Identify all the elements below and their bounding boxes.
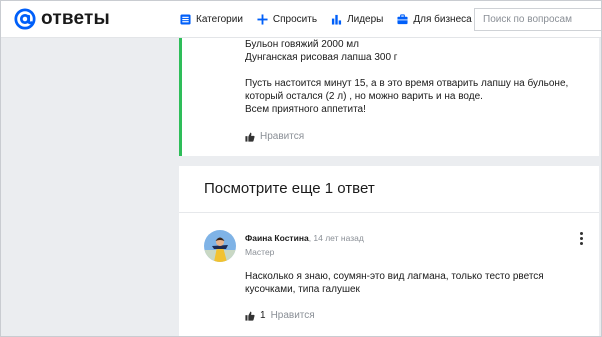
best-answer-card: Бульон говяжий 2000 мл Дунганская рисова… bbox=[179, 38, 599, 156]
thumbs-up-icon bbox=[245, 132, 255, 142]
search-input[interactable] bbox=[474, 8, 601, 31]
like-button[interactable]: 1 Нравится bbox=[245, 310, 315, 321]
author-name[interactable]: Фаина Костина bbox=[245, 233, 309, 243]
answer-line: кусочками, типа галушек bbox=[245, 284, 360, 295]
nav-ask[interactable]: Спросить bbox=[257, 14, 317, 25]
nav-categories-label: Категории bbox=[196, 14, 243, 25]
more-options-icon[interactable] bbox=[577, 232, 585, 246]
answer-line bbox=[245, 64, 585, 77]
nav-categories[interactable]: Категории bbox=[180, 14, 243, 25]
answer-line: Бульон говяжий 2000 мл bbox=[245, 39, 360, 50]
left-column bbox=[1, 38, 169, 336]
logo[interactable]: ответы bbox=[14, 8, 110, 30]
answer-line: который остался (2 л) , но можно варить … bbox=[245, 91, 483, 102]
avatar-image bbox=[204, 230, 236, 262]
answer-line: Всем приятного аппетита! bbox=[245, 104, 366, 115]
list-icon bbox=[180, 14, 191, 25]
more-answers-title: Посмотрите еще 1 ответ bbox=[204, 180, 375, 197]
logo-text: ответы bbox=[41, 8, 110, 29]
bar-chart-icon bbox=[331, 14, 342, 25]
nav-business[interactable]: Для бизнеса bbox=[397, 14, 472, 25]
plus-icon bbox=[257, 14, 268, 25]
author-line: Фаина Костина, 14 лет назад bbox=[245, 233, 364, 243]
nav-leaders-label: Лидеры bbox=[347, 14, 384, 25]
main-nav: Категории Спросить Лидеры Для бизнеса bbox=[180, 1, 486, 38]
nav-leaders[interactable]: Лидеры bbox=[331, 14, 383, 25]
best-answer-text: Бульон говяжий 2000 мл Дунганская рисова… bbox=[245, 38, 585, 116]
answer-line: Насколько я знаю, соумян-это вид лагмана… bbox=[245, 271, 544, 282]
briefcase-icon bbox=[397, 14, 408, 25]
page: ответы Категории Спросить Лидеры Для биз… bbox=[0, 0, 602, 337]
answer-line: Пусть настоится минут 15, а в это время … bbox=[245, 78, 569, 89]
like-count: 1 bbox=[260, 310, 266, 321]
like-button[interactable]: Нравится bbox=[245, 131, 304, 142]
thumbs-up-icon bbox=[245, 311, 255, 321]
like-label: Нравится bbox=[270, 310, 315, 321]
nav-ask-label: Спросить bbox=[272, 14, 318, 25]
answer-text: Насколько я знаю, соумян-это вид лагмана… bbox=[245, 270, 585, 296]
answer-card: Фаина Костина, 14 лет назад Мастер Наско… bbox=[179, 213, 599, 336]
more-answers-header: Посмотрите еще 1 ответ bbox=[179, 166, 599, 213]
nav-business-label: Для бизнеса bbox=[413, 14, 472, 25]
at-sign-logo-icon bbox=[14, 8, 36, 30]
like-label: Нравится bbox=[260, 131, 305, 142]
answer-time: , 14 лет назад bbox=[308, 233, 364, 243]
answer-line: Дунганская рисовая лапша 300 г bbox=[245, 52, 398, 63]
top-header: ответы Категории Спросить Лидеры Для биз… bbox=[1, 1, 601, 38]
avatar[interactable] bbox=[204, 230, 236, 262]
author-rank: Мастер bbox=[245, 247, 275, 257]
